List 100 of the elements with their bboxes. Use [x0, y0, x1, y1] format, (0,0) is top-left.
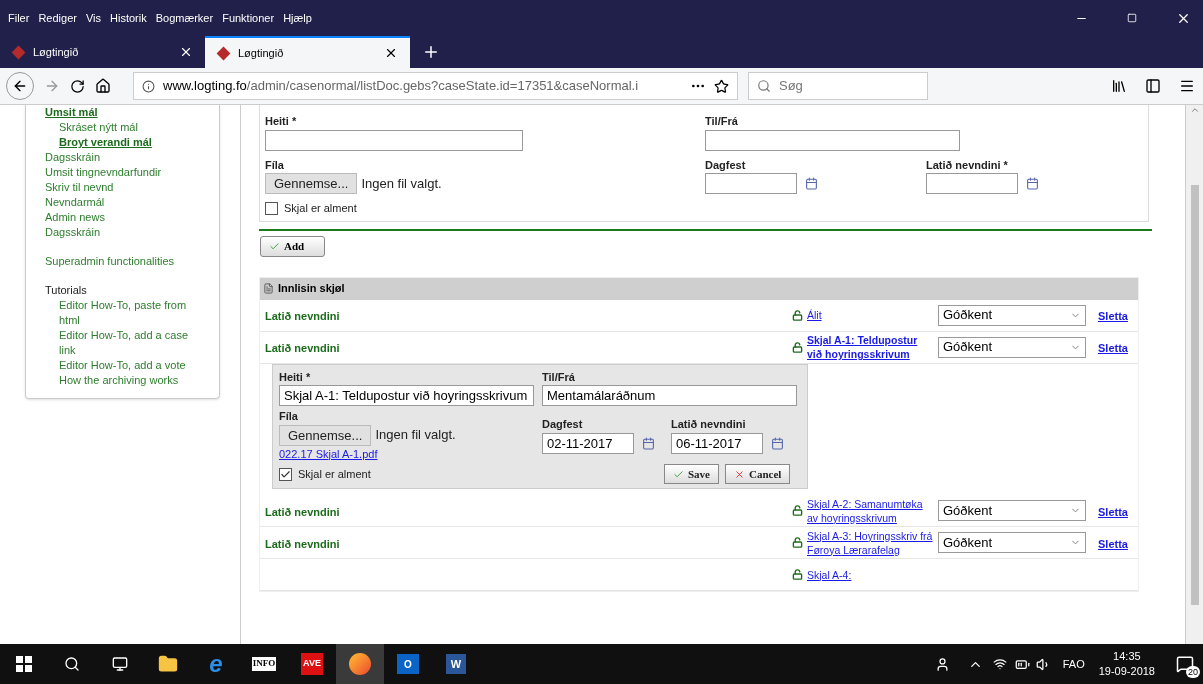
approval-select[interactable]: Góðkent	[938, 532, 1086, 553]
document-link[interactable]: Álit	[807, 308, 935, 322]
calendar-icon[interactable]	[771, 436, 784, 450]
calendar-icon[interactable]	[805, 177, 818, 190]
menu-item[interactable]: Filer	[8, 9, 30, 27]
browse-button[interactable]: Gennemse...	[265, 173, 358, 194]
restore-icon[interactable]	[1127, 13, 1137, 23]
app-icon[interactable]: AVE	[301, 653, 323, 675]
menu-item[interactable]: Rediger	[38, 9, 77, 27]
sidebar-link[interactable]: Superadmin functionalities	[45, 254, 219, 269]
search-icon[interactable]	[64, 656, 80, 672]
people-icon[interactable]	[934, 656, 950, 672]
folder-icon[interactable]	[158, 654, 178, 674]
clock[interactable]: 14:35 19-09-2018	[1098, 649, 1155, 679]
notification-count: 20	[1186, 666, 1200, 678]
document-app-icon[interactable]: W	[446, 654, 466, 674]
file-link[interactable]: 022.17 Skjal A-1.pdf	[279, 445, 534, 462]
sidebar-icon[interactable]	[1145, 78, 1161, 94]
status-text: Latið nevndini	[265, 505, 340, 518]
date-field[interactable]: 06-11-2017	[671, 432, 763, 454]
address-bar[interactable]: www.logting.fo/admin/casenormal/listDoc.gebs?caseState.id=17351&caseNormal.i	[133, 72, 738, 100]
browse-button[interactable]: Gennemse...	[279, 424, 372, 446]
sidebar-link[interactable]: Editor How-To, add a case link	[59, 328, 195, 358]
mail-app-icon[interactable]: O	[397, 654, 419, 674]
to-from-field[interactable]: Mentamálaráðnum	[542, 385, 797, 406]
approval-select[interactable]: Góðkent	[938, 500, 1086, 521]
unlock-icon	[792, 569, 803, 580]
browser-tab[interactable]: Løgtingið	[0, 36, 205, 68]
check-icon	[673, 468, 684, 480]
to-from-field[interactable]	[705, 129, 960, 151]
scrollbar[interactable]	[1186, 105, 1203, 644]
date-field[interactable]	[926, 173, 1018, 194]
checkbox[interactable]	[265, 201, 278, 215]
sidebar-link[interactable]: Skriv til nevnd	[45, 180, 219, 195]
sidebar-link[interactable]: Editor How-To, paste from html	[59, 298, 195, 328]
document-link[interactable]: Skjal A-1: Teldupostur við hoyringsskrivum	[807, 333, 935, 361]
sidebar-link[interactable]: Broyt verandi mál	[59, 135, 195, 150]
app-icon[interactable]: INFO	[251, 657, 277, 671]
new-tab-icon[interactable]	[422, 43, 440, 61]
date-field[interactable]: 02-11-2017	[542, 432, 634, 454]
delete-link[interactable]: Sletta	[1098, 310, 1128, 322]
unlock-icon	[792, 309, 803, 321]
site-icon	[216, 46, 231, 60]
bookmark-icon[interactable]	[714, 78, 729, 94]
approval-select[interactable]: Góðkent	[938, 336, 1086, 358]
sidebar-link[interactable]: Admin news	[45, 210, 219, 225]
search-icon	[757, 79, 771, 93]
sidebar-link[interactable]: Umsit tingnevndarfundir	[45, 165, 219, 180]
menu-item[interactable]: Hjælp	[283, 9, 312, 27]
edge-icon[interactable]: e	[209, 652, 223, 676]
calendar-icon[interactable]	[1026, 177, 1039, 190]
save-button[interactable]: Save	[664, 464, 719, 484]
url-text: www.logting.fo/admin/casenormal/listDoc.gebs?caseState.id=17351&caseNormal.i	[163, 77, 639, 96]
document-link[interactable]: Skjal A-2: Samanumtøka av hoyringsskrivum	[807, 496, 935, 525]
delete-link[interactable]: Sletta	[1098, 537, 1128, 550]
menu-item[interactable]: Vis	[85, 9, 101, 27]
notification-button[interactable]: 20	[1167, 644, 1203, 684]
task-view-icon[interactable]	[112, 656, 128, 672]
approval-select[interactable]: Góðkent	[938, 304, 1086, 326]
browser-icon[interactable]	[349, 653, 371, 675]
library-icon[interactable]	[1111, 78, 1127, 94]
section-title: Innlisin skjøl	[278, 281, 345, 297]
close-tab-icon[interactable]	[179, 45, 193, 59]
home-icon[interactable]	[95, 78, 111, 94]
add-button[interactable]: Add	[260, 235, 325, 257]
sidebar-link[interactable]: Dagsskráin	[45, 225, 219, 240]
cancel-button[interactable]: Cancel	[725, 464, 791, 484]
unlock-icon	[792, 537, 803, 548]
title-field[interactable]: Skjal A-1: Teldupostur við hoyringsskrivum	[279, 385, 534, 406]
date-field[interactable]	[705, 173, 797, 194]
reload-icon[interactable]	[70, 78, 85, 94]
tab-title: Løgtingið	[238, 45, 285, 61]
sidebar-link[interactable]: Dagsskráin	[45, 150, 219, 165]
menu-icon[interactable]	[1179, 78, 1195, 94]
title-field[interactable]	[265, 129, 523, 151]
menu-item[interactable]: Historik	[110, 9, 147, 27]
document-link[interactable]: Skjal A-4:	[807, 567, 935, 582]
field-label: Dagfest	[705, 157, 747, 173]
delete-link[interactable]: Sletta	[1098, 342, 1128, 354]
close-tab-icon[interactable]	[384, 46, 398, 60]
calendar-icon[interactable]	[642, 436, 655, 450]
document-link[interactable]: Skjal A-3: Hoyringsskriv frá Føroya Lærarafelag	[807, 528, 935, 557]
field-label: Fíla	[279, 409, 299, 424]
start-icon[interactable]	[16, 656, 32, 672]
sidebar-link[interactable]: Umsit mál	[45, 105, 219, 120]
field-label: Latið nevndini *	[926, 157, 1009, 173]
sidebar-link[interactable]: Nevndarmál	[45, 195, 219, 210]
menu-item[interactable]: Bogmærker	[155, 9, 214, 27]
delete-link[interactable]: Sletta	[1098, 505, 1128, 518]
search-field[interactable]: Søg	[748, 72, 928, 100]
browser-tab[interactable]: Løgtingið	[205, 36, 410, 68]
sidebar-link[interactable]: Skráset nýtt mál	[59, 120, 195, 135]
sidebar-link[interactable]: Editor How-To, add a vote	[59, 358, 195, 373]
sidebar-link[interactable]: How the archiving works	[59, 373, 195, 388]
language-indicator[interactable]: FAO	[1062, 655, 1085, 673]
wifi-icon[interactable]	[992, 657, 1007, 671]
checkbox[interactable]	[279, 467, 292, 481]
menu-item[interactable]: Funktioner	[222, 9, 275, 27]
field-label: Dagfest	[542, 417, 584, 432]
checkbox-label: Skjal er alment	[298, 466, 371, 482]
